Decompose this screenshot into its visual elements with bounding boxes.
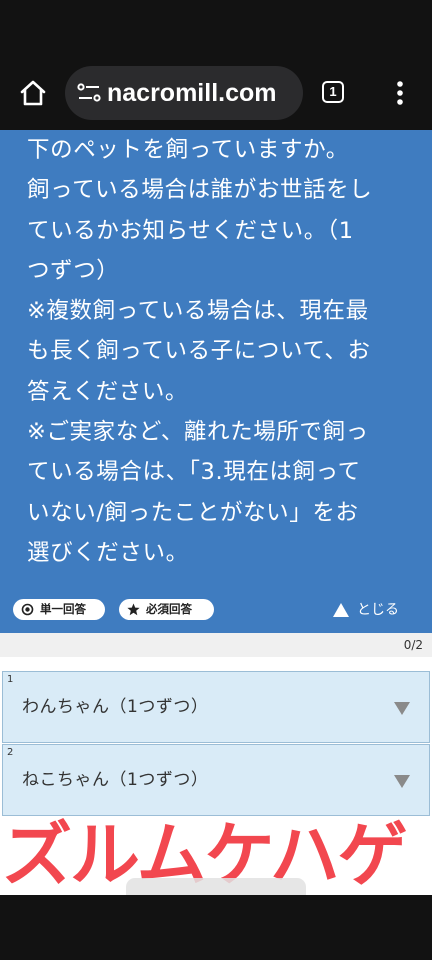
dropdown-arrow-icon: [394, 702, 410, 715]
more-vert-icon[interactable]: [395, 80, 405, 106]
item-label: ねこちゃん（1つずつ）: [22, 770, 209, 790]
required-answer-badge: 必須回答: [119, 599, 214, 620]
home-icon[interactable]: [18, 78, 48, 108]
select-item-1[interactable]: 1 わんちゃん（1つずつ）: [2, 671, 430, 743]
question-line: 選びください。: [27, 539, 189, 566]
single-answer-badge: 単一回答: [13, 599, 105, 620]
scroll-handle[interactable]: [126, 878, 306, 895]
question-line: も長く飼っている子について、お: [27, 338, 371, 365]
question-line: ている場合は、「3.現在は飼って: [27, 459, 361, 486]
question-panel: 下のペットを飼っていますか。 飼っている場合は誰がお世話をし ているかお知らせく…: [0, 130, 432, 633]
select-item-2[interactable]: 2 ねこちゃん（1つずつ）: [2, 744, 430, 816]
question-line: つずつ）: [27, 257, 120, 284]
url-text: nacromill.com: [107, 79, 277, 107]
progress-count: 0/2: [403, 638, 423, 652]
question-line: 答えください。: [27, 378, 189, 405]
star-icon: [127, 603, 140, 616]
address-bar[interactable]: nacromill.com: [65, 66, 303, 120]
question-line: 下のペットを飼っていますか。: [27, 137, 349, 163]
collapse-label: とじる: [357, 602, 399, 618]
item-number: 2: [7, 747, 14, 758]
question-text: 下のペットを飼っていますか。 飼っている場合は誰がお世話をし ているかお知らせく…: [27, 130, 417, 573]
bottom-nav-area: [0, 895, 432, 960]
dropdown-arrow-icon: [394, 775, 410, 788]
triangle-up-icon: [333, 603, 349, 617]
question-line: ※ご実家など、離れた場所で飼っ: [27, 419, 369, 446]
question-line: 飼っている場合は誰がお世話をし: [27, 177, 373, 204]
browser-toolbar: nacromill.com 1: [0, 0, 432, 130]
badge-label: 必須回答: [146, 602, 192, 616]
site-settings-icon[interactable]: [77, 82, 101, 104]
radio-icon: [21, 603, 34, 616]
item-label: わんちゃん（1つずつ）: [22, 697, 209, 717]
progress-strip: 0/2: [0, 633, 432, 657]
item-number: 1: [7, 674, 14, 685]
question-line: ※複数飼っている場合は、現在最: [27, 298, 369, 325]
question-line: いない/飼ったことがない」をお: [27, 499, 359, 526]
badge-label: 単一回答: [40, 602, 86, 616]
tab-switcher-icon[interactable]: 1: [322, 81, 344, 103]
answer-area: 0/2 1 わんちゃん（1つずつ） 2 ねこちゃん（1つずつ） ズルムケハゲ: [0, 633, 432, 895]
question-line: ているかお知らせください。（1: [27, 217, 354, 244]
